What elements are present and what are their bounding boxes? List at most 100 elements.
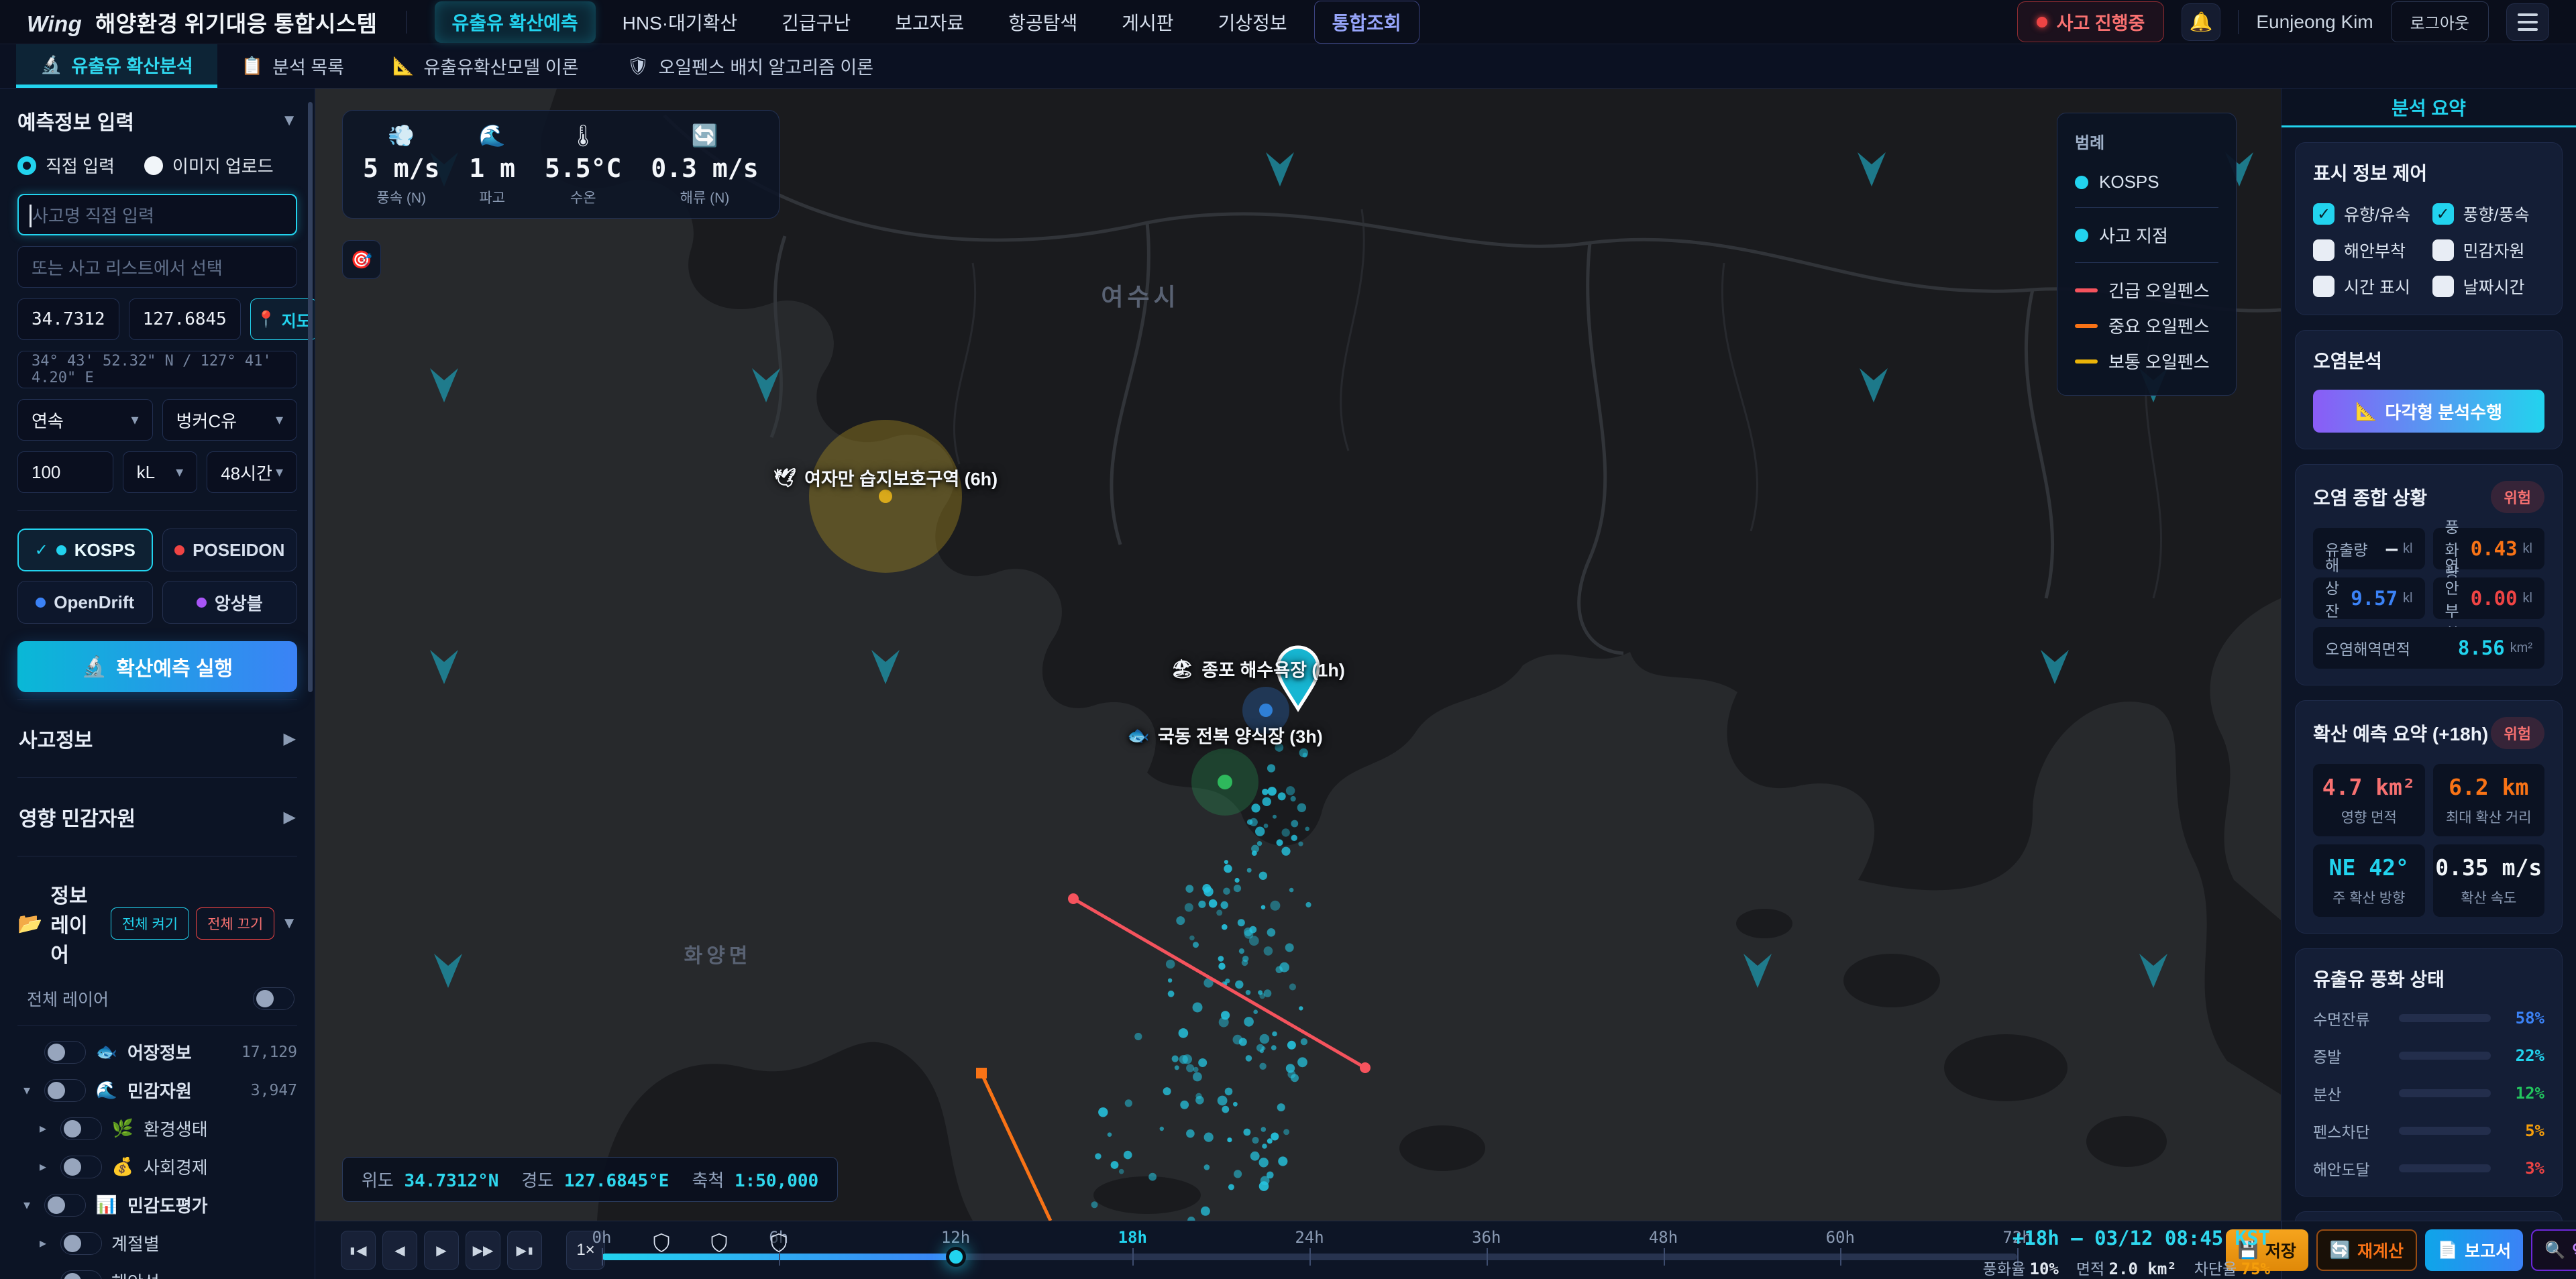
step-back-button[interactable]: ◀ <box>382 1231 417 1270</box>
model-chip-ensemble[interactable]: 앙상블 <box>162 581 298 624</box>
report-button[interactable]: 📄 보고서 <box>2425 1229 2523 1271</box>
layer-label: 사회경제 <box>144 1154 208 1179</box>
checkbox-sensitive-resources[interactable]: 민감자원 <box>2432 238 2545 262</box>
chevron-down-icon[interactable]: ▼ <box>281 111 297 130</box>
spill-type-select[interactable]: 연속 ▾ <box>17 399 153 441</box>
button-label: 다각형 분석수행 <box>2385 399 2502 424</box>
oil-particle <box>1268 787 1277 795</box>
oil-particle <box>1244 930 1254 939</box>
oil-particle <box>1239 948 1244 954</box>
skip-start-button[interactable]: ▮◀ <box>341 1231 376 1270</box>
layer-toggle[interactable] <box>44 1041 86 1064</box>
oil-particle <box>1264 824 1269 828</box>
menu-reports[interactable]: 보고자료 <box>877 1 981 43</box>
latitude-input[interactable]: 34.7312 <box>17 298 119 340</box>
checkbox-time-display[interactable]: 시간 표시 <box>2313 274 2426 298</box>
locate-target-button[interactable]: 🎯 <box>342 240 381 279</box>
model-label: POSEIDON <box>193 540 284 561</box>
layer-toggle[interactable] <box>44 1194 86 1217</box>
map-canvas[interactable]: 여수시화양면🕊여자만 습지보호구역 (6h)🏖종포 해수욕장 (1h)🐟국동 전… <box>315 89 2281 1221</box>
menu-integrated-search[interactable]: 통합조회 <box>1314 1 1419 44</box>
text-caret <box>30 205 32 227</box>
impact-resources-section[interactable]: 영향 민감자원 ▶ <box>17 777 297 856</box>
run-prediction-button[interactable]: 🔬 확산예측 실행 <box>17 641 297 692</box>
tab-spill-analysis[interactable]: 🔬 유출유 확산분석 <box>16 44 217 88</box>
oil-particle <box>1298 842 1303 846</box>
timeline-handle[interactable] <box>946 1247 966 1267</box>
layer-row-coastline: ▸ 해안선 <box>17 1262 297 1279</box>
layer-toggle[interactable] <box>60 1117 102 1140</box>
incident-list-select[interactable]: 또는 사고 리스트에서 선택 <box>17 246 297 288</box>
duration-select[interactable]: 48시간 ▾ <box>207 451 297 493</box>
checkbox-current-dir[interactable]: ✓유향/유속 <box>2313 202 2426 226</box>
oil-particle <box>1225 1088 1233 1096</box>
longitude-input[interactable]: 127.6845 <box>129 298 241 340</box>
menu-aerial-search[interactable]: 항공탐색 <box>991 1 1095 43</box>
unit-select[interactable]: kL ▾ <box>123 451 198 493</box>
menu-hns-diffusion[interactable]: HNS·대기확산 <box>605 1 755 43</box>
oil-particle <box>1111 1161 1119 1169</box>
checkbox-shore-attach[interactable]: 해안부착 <box>2313 238 2426 262</box>
menu-weather-info[interactable]: 기상정보 <box>1201 1 1305 43</box>
hamburger-menu-button[interactable] <box>2506 3 2549 41</box>
layer-count: 17,129 <box>241 1044 297 1061</box>
radio-image-upload[interactable]: 이미지 업로드 <box>144 153 274 178</box>
layer-toggle[interactable] <box>60 1270 102 1279</box>
amount-input[interactable]: 100 <box>17 451 113 493</box>
chevron-down-icon[interactable]: ▼ <box>281 914 297 933</box>
notification-bell-button[interactable]: 🔔 <box>2182 3 2220 41</box>
checkbox-datetime[interactable]: 날짜시간 <box>2432 274 2545 298</box>
model-chip-poseidon[interactable]: POSEIDON <box>162 529 298 571</box>
tab-diffusion-model-theory[interactable]: 📐 유출유확산모델 이론 <box>368 44 602 88</box>
vessel-spec-card[interactable]: 🚢사고 선박 제원 ▸ <box>2295 1211 2563 1221</box>
accident-info-section[interactable]: 사고정보 ▶ <box>17 699 297 777</box>
tab-oilfence-algorithm-theory[interactable]: 🛡 오일펜스 배치 알고리즘 이론 <box>602 44 898 88</box>
model-chip-kosps[interactable]: ✓ KOSPS <box>17 529 153 571</box>
layer-toggle[interactable] <box>60 1232 102 1255</box>
current-arrow-icon <box>430 650 458 684</box>
model-chip-opendrift[interactable]: OpenDrift <box>17 581 153 624</box>
sidebar-scrollbar[interactable] <box>308 102 313 692</box>
radio-direct-input[interactable]: 직접 입력 <box>17 153 115 178</box>
current-arrow-icon <box>1858 152 1886 186</box>
oil-particle <box>1278 1156 1287 1166</box>
incident-name-input[interactable]: 사고명 직접 입력 <box>17 194 297 235</box>
all-layers-toggle[interactable] <box>253 987 294 1010</box>
pick-on-map-button[interactable]: 📍 지도 <box>250 298 315 340</box>
wave-value: 1 m <box>469 154 515 183</box>
oil-type-select[interactable]: 벙커C유 ▾ <box>162 399 298 441</box>
oil-particle <box>1186 1129 1195 1138</box>
fence-deploy-marker-icon[interactable] <box>771 1233 787 1256</box>
wind-icon: 💨 <box>363 123 439 152</box>
skip-end-button[interactable]: ▶▮ <box>507 1231 542 1270</box>
backtrack-button[interactable]: 🔍 역추적 <box>2531 1229 2576 1271</box>
menu-board[interactable]: 게시판 <box>1104 1 1191 43</box>
run-button-label: 확산예측 실행 <box>116 652 233 681</box>
menu-oil-spill-prediction[interactable]: 유출유 확산예측 <box>435 1 596 43</box>
all-layers-off-button[interactable]: 전체 끄기 <box>196 907 274 940</box>
layer-toggle[interactable] <box>60 1156 102 1178</box>
fence-deploy-marker-icon[interactable] <box>711 1233 727 1256</box>
menu-emergency-rescue[interactable]: 긴급구난 <box>764 1 868 43</box>
expand-icon[interactable]: ▸ <box>35 1120 51 1137</box>
tab-analysis-list[interactable]: 📋 분석 목록 <box>217 44 368 88</box>
checkbox-wind-dir[interactable]: ✓풍향/풍속 <box>2432 202 2545 226</box>
all-layers-on-button[interactable]: 전체 켜기 <box>111 907 189 940</box>
layer-toggle[interactable] <box>44 1079 86 1102</box>
time-slider[interactable]: 0h6h12h18h24h36h48h60h72h <box>602 1221 2017 1279</box>
expand-icon[interactable]: ▸ <box>35 1158 51 1175</box>
expand-icon[interactable]: ▸ <box>35 1235 51 1252</box>
map-overlay <box>315 89 2281 1221</box>
play-button[interactable]: ▶ <box>424 1231 459 1270</box>
fast-forward-button[interactable]: ▶▶ <box>466 1231 500 1270</box>
app-logo: Wing 해양환경 위기대응 통합시스템 <box>27 6 378 38</box>
expand-icon[interactable]: ▾ <box>19 1082 35 1099</box>
recalculate-button[interactable]: 🔄 재계산 <box>2316 1229 2417 1271</box>
logout-button[interactable]: 로그아웃 <box>2391 1 2489 42</box>
expand-icon[interactable]: ▸ <box>35 1273 51 1279</box>
polygon-analysis-button[interactable]: 📐 다각형 분석수행 <box>2313 390 2544 433</box>
chevron-down-icon: ▾ <box>131 411 138 429</box>
expand-icon[interactable]: ▾ <box>19 1197 35 1213</box>
fence-deploy-marker-icon[interactable] <box>653 1233 669 1256</box>
oil-particle <box>1095 1153 1101 1159</box>
